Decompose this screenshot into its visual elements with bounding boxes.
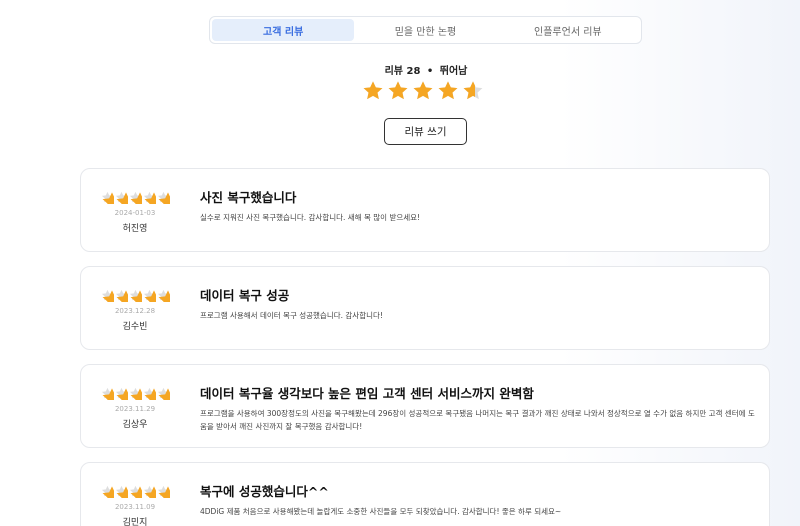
- review-author: 김민지: [122, 518, 148, 526]
- star-icon: [101, 485, 114, 498]
- review-title: 복구에 성공했습니다^^: [200, 484, 329, 499]
- star-icon: [387, 80, 409, 102]
- review-rating-stars: [99, 485, 171, 498]
- review-date: 2023.11.29: [114, 405, 156, 413]
- star-icon: [362, 80, 384, 102]
- tab-trusted-reviews[interactable]: 믿을 만한 논평: [354, 19, 496, 41]
- review-body: 4DDiG 제품 처음으로 사용해봤는데 놀랍게도 소중한 사진들을 모두 되찾…: [200, 507, 562, 516]
- review-date: 2023.12.28: [114, 307, 156, 315]
- review-title: 사진 복구했습니다: [200, 190, 297, 205]
- review-count: 28: [406, 66, 421, 77]
- star-icon: [115, 191, 128, 204]
- star-icon: [143, 289, 156, 302]
- review-card: 2023.11.29 김상우 데이터 복구율 생각보다 높은 편임 고객 센터 …: [80, 364, 770, 448]
- review-date: 2024-01-03: [114, 209, 156, 217]
- review-body: 프로그램을 사용하여 300장정도의 사진을 복구해봤는데 296장이 성공적으…: [200, 409, 755, 432]
- star-icon: [143, 387, 156, 400]
- star-icon: [157, 387, 170, 400]
- tab-customer-reviews[interactable]: 고객 리뷰: [212, 19, 355, 41]
- review-summary: 리뷰 28 • 뛰어남: [0, 62, 800, 77]
- review-card: 2023.12.28 김수빈 데이터 복구 성공 프로그램 사용해서 데이터 복…: [80, 266, 770, 350]
- star-icon: [129, 387, 142, 400]
- review-body: 프로그램 사용해서 데이터 복구 성공했습니다. 감사합니다!: [200, 311, 383, 320]
- star-icon: [129, 289, 142, 302]
- star-icon: [143, 191, 156, 204]
- review-rating-stars: [99, 191, 171, 204]
- review-count-label: 리뷰: [384, 66, 403, 77]
- star-icon: [129, 485, 142, 498]
- star-icon: [462, 80, 484, 102]
- star-icon: [157, 485, 170, 498]
- review-date: 2023.11.09: [114, 503, 156, 511]
- separator: •: [426, 66, 434, 77]
- tab-influencer-reviews[interactable]: 인플루언서 리뷰: [497, 19, 639, 41]
- star-icon: [101, 387, 114, 400]
- write-review-button[interactable]: 리뷰 쓰기: [384, 118, 467, 145]
- star-icon: [143, 485, 156, 498]
- review-author: 김수빈: [122, 322, 148, 332]
- review-card: 2024-01-03 허진영 사진 복구했습니다 실수로 지워진 사진 복구했습…: [80, 168, 770, 252]
- star-icon: [157, 191, 170, 204]
- star-icon: [129, 191, 142, 204]
- review-rating-stars: [99, 387, 171, 400]
- review-card: 2023.11.09 김민지 복구에 성공했습니다^^ 4DDiG 제품 처음으…: [80, 462, 770, 526]
- review-title: 데이터 복구율 생각보다 높은 편임 고객 센터 서비스까지 완벽함: [200, 386, 534, 401]
- star-icon: [412, 80, 434, 102]
- star-icon: [101, 289, 114, 302]
- star-icon: [115, 387, 128, 400]
- star-icon: [115, 485, 128, 498]
- rating-text: 뛰어남: [439, 66, 468, 77]
- star-icon: [437, 80, 459, 102]
- review-title: 데이터 복구 성공: [200, 288, 290, 303]
- review-author: 김상우: [122, 420, 148, 430]
- review-tabs: 고객 리뷰 믿을 만한 논평 인플루언서 리뷰: [209, 16, 642, 44]
- review-author: 허진영: [122, 224, 148, 234]
- review-body: 실수로 지워진 사진 복구했습니다. 감사합니다. 새해 복 많이 받으세요!: [200, 213, 421, 222]
- review-rating-stars: [99, 289, 171, 302]
- overall-rating-stars: [362, 80, 484, 102]
- star-icon: [115, 289, 128, 302]
- star-icon: [157, 289, 170, 302]
- star-icon: [101, 191, 114, 204]
